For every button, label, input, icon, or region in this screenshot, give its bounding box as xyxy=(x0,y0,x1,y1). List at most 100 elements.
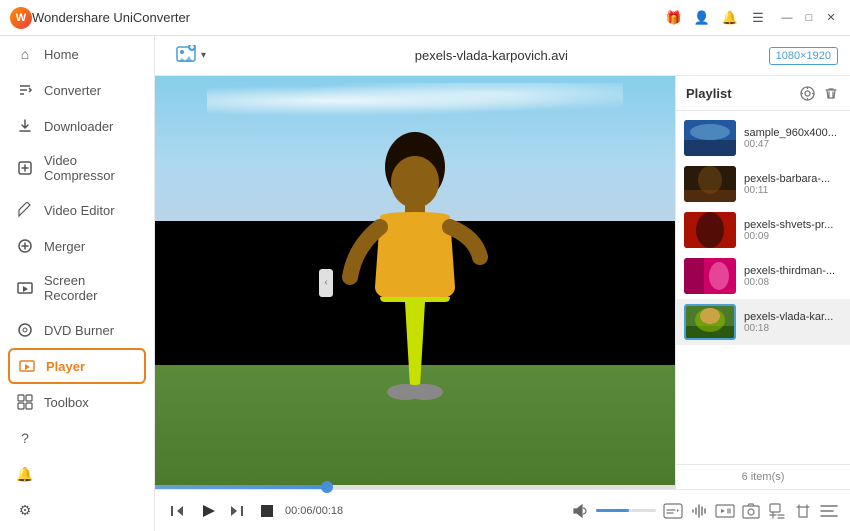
sidebar-item-video-editor[interactable]: Video Editor xyxy=(0,192,154,228)
close-button[interactable]: ✕ xyxy=(822,9,840,27)
playlist-thumb-5 xyxy=(684,304,736,340)
playlist-actions xyxy=(798,84,840,102)
sidebar-item-toolbox-label: Toolbox xyxy=(44,395,89,410)
volume-icon[interactable] xyxy=(568,499,592,523)
playlist-item-name-3: pexels-shvets-pr... xyxy=(744,219,842,231)
audio-track-button[interactable] xyxy=(688,500,710,522)
playlist-thumb-2 xyxy=(684,166,736,202)
video-compressor-icon xyxy=(16,159,34,177)
playlist-header: Playlist xyxy=(676,76,850,111)
menu-icon[interactable]: ☰ xyxy=(748,8,768,28)
extra-controls xyxy=(662,500,840,522)
current-filename: pexels-vlada-karpovich.avi xyxy=(222,48,761,63)
playlist-item[interactable]: pexels-barbara-... 00:11 xyxy=(676,161,850,207)
playlist-item[interactable]: pexels-thirdman-... 00:08 xyxy=(676,253,850,299)
home-icon: ⌂ xyxy=(16,45,34,63)
sidebar-item-dvd-burner[interactable]: DVD Burner xyxy=(0,312,154,348)
title-bar-icons: 🎁 👤 🔔 ☰ xyxy=(664,8,768,28)
gift-icon[interactable]: 🎁 xyxy=(664,8,684,28)
playlist-item[interactable]: sample_960x400... 00:47 xyxy=(676,115,850,161)
screen-recorder-icon xyxy=(16,279,34,297)
sidebar-item-help[interactable]: ? xyxy=(0,420,154,456)
stop-button[interactable] xyxy=(255,499,279,523)
sidebar-item-player[interactable]: Player xyxy=(8,348,146,384)
zoom-in-button[interactable] xyxy=(766,500,788,522)
playlist-item-duration-4: 00:08 xyxy=(744,277,842,288)
sidebar-item-converter-label: Converter xyxy=(44,83,101,98)
player-main: ‹ Playlist xyxy=(155,76,850,489)
sidebar-item-merger[interactable]: Merger xyxy=(0,228,154,264)
sidebar-item-downloader-label: Downloader xyxy=(44,119,113,134)
sidebar-item-merger-label: Merger xyxy=(44,239,85,254)
sidebar: ⌂ Home Converter Downloader xyxy=(0,36,155,531)
sidebar-item-video-compressor[interactable]: Video Compressor xyxy=(0,144,154,192)
playlist-item-name-4: pexels-thirdman-... xyxy=(744,265,842,277)
speed-button[interactable] xyxy=(714,500,736,522)
playlist-item-name-1: sample_960x400... xyxy=(744,127,842,139)
time-current: 00:06 xyxy=(285,505,313,517)
video-clouds xyxy=(207,83,623,119)
subtitles-button[interactable] xyxy=(662,500,684,522)
sidebar-bottom: ? 🔔 ⚙ xyxy=(0,420,154,531)
volume-fill xyxy=(596,509,629,512)
progress-bar[interactable] xyxy=(155,485,675,489)
screenshot-button[interactable] xyxy=(740,500,762,522)
settings-icon: ⚙ xyxy=(16,501,34,519)
title-bar: W Wondershare UniConverter 🎁 👤 🔔 ☰ — □ ✕ xyxy=(0,0,850,36)
add-media-icon xyxy=(175,45,197,67)
downloader-icon xyxy=(16,117,34,135)
merger-icon xyxy=(16,237,34,255)
next-frame-button[interactable] xyxy=(225,499,249,523)
notification-icon: 🔔 xyxy=(16,465,34,483)
sidebar-item-home[interactable]: ⌂ Home xyxy=(0,36,154,72)
playlist-panel: Playlist xyxy=(675,76,850,489)
playlist-item-duration-1: 00:47 xyxy=(744,139,842,150)
sidebar-item-toolbox[interactable]: Toolbox xyxy=(0,384,154,420)
video-area[interactable]: ‹ xyxy=(155,76,675,489)
rewind-button[interactable] xyxy=(165,499,189,523)
main-layout: ⌂ Home Converter Downloader xyxy=(0,36,850,531)
play-button[interactable] xyxy=(195,499,219,523)
converter-icon xyxy=(16,81,34,99)
sidebar-item-downloader[interactable]: Downloader xyxy=(0,108,154,144)
dvd-burner-icon xyxy=(16,321,34,339)
progress-fill xyxy=(155,485,327,489)
playlist-title: Playlist xyxy=(686,86,798,101)
sidebar-item-screen-recorder[interactable]: Screen Recorder xyxy=(0,264,154,312)
add-media-button[interactable]: ▾ xyxy=(167,41,214,71)
content-area: ▾ pexels-vlada-karpovich.avi 1080×1920 xyxy=(155,36,850,531)
progress-thumb xyxy=(321,481,333,493)
sidebar-item-notification[interactable]: 🔔 xyxy=(0,456,154,492)
sidebar-item-recorder-label: Screen Recorder xyxy=(44,273,138,303)
time-display: 00:06/00:18 xyxy=(285,505,343,517)
video-editor-icon xyxy=(16,201,34,219)
playlist-settings-icon[interactable] xyxy=(798,84,816,102)
collapse-playlist-arrow[interactable]: ‹ xyxy=(319,269,333,297)
volume-slider[interactable] xyxy=(596,509,656,512)
playlist-item-name-2: pexels-barbara-... xyxy=(744,173,842,185)
player-icon xyxy=(18,357,36,375)
help-icon: ? xyxy=(16,429,34,447)
sidebar-item-settings[interactable]: ⚙ xyxy=(0,492,154,528)
playlist-item[interactable]: pexels-shvets-pr... 00:09 xyxy=(676,207,850,253)
minimize-button[interactable]: — xyxy=(778,9,796,27)
user-icon[interactable]: 👤 xyxy=(692,8,712,28)
bell-icon[interactable]: 🔔 xyxy=(720,8,740,28)
sidebar-item-compressor-label: Video Compressor xyxy=(44,153,138,183)
sidebar-item-home-label: Home xyxy=(44,47,79,62)
playlist-items: sample_960x400... 00:47 xyxy=(676,111,850,464)
playlist-item-duration-2: 00:11 xyxy=(744,185,842,196)
playlist-thumb-4 xyxy=(684,258,736,294)
playlist-toggle-button[interactable] xyxy=(818,500,840,522)
add-dropdown-arrow[interactable]: ▾ xyxy=(201,50,206,61)
sidebar-item-player-label: Player xyxy=(46,359,85,374)
playlist-item-info-5: pexels-vlada-kar... 00:18 xyxy=(744,311,842,334)
maximize-button[interactable]: □ xyxy=(800,9,818,27)
playlist-item-info-3: pexels-shvets-pr... 00:09 xyxy=(744,219,842,242)
sidebar-item-converter[interactable]: Converter xyxy=(0,72,154,108)
playlist-thumb-1 xyxy=(684,120,736,156)
playlist-delete-icon[interactable] xyxy=(822,84,840,102)
playlist-item-name-5: pexels-vlada-kar... xyxy=(744,311,842,323)
zoom-out-button[interactable] xyxy=(792,500,814,522)
playlist-item-active[interactable]: pexels-vlada-kar... 00:18 xyxy=(676,299,850,345)
